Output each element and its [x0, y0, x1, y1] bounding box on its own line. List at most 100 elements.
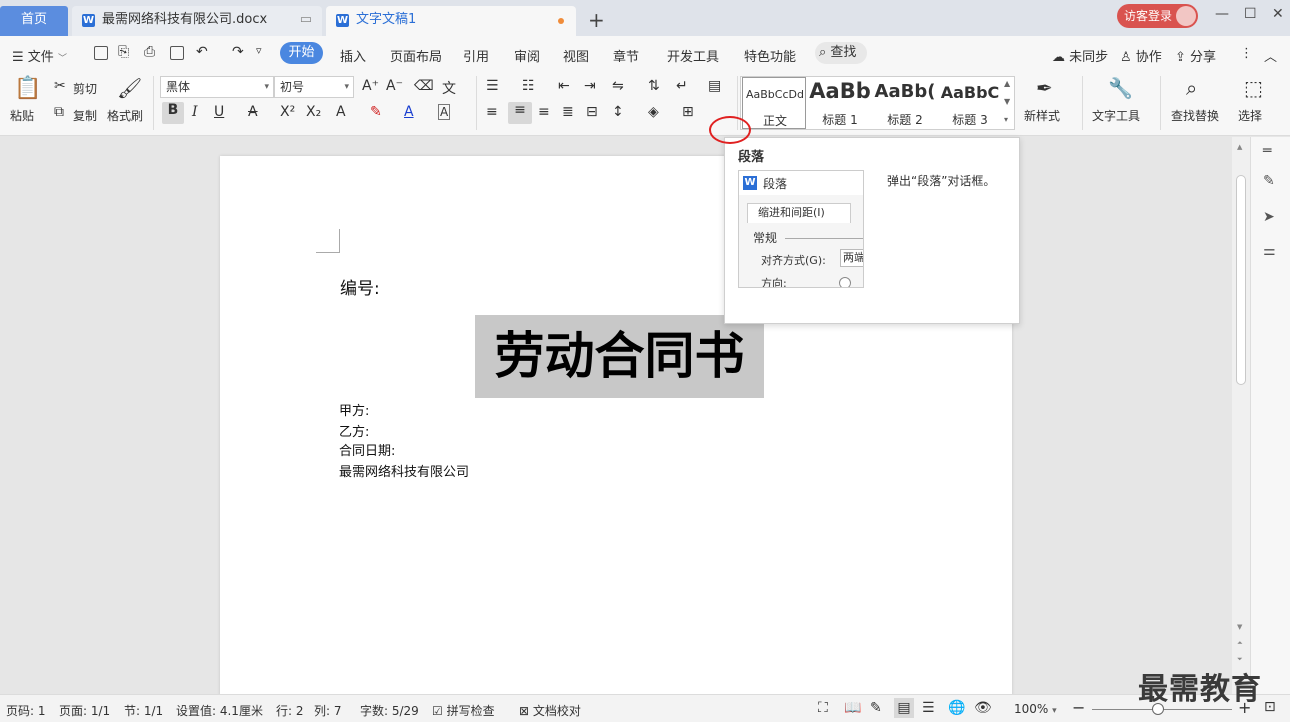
new-style-button[interactable]: 新样式	[1024, 107, 1060, 124]
font-color-button[interactable]: A	[404, 104, 414, 120]
save-icon[interactable]	[94, 46, 108, 60]
tab-start[interactable]: 开始	[280, 42, 323, 64]
clipboard-icon[interactable]: 📋	[14, 76, 41, 101]
font-grow-icon[interactable]: A⁺	[362, 78, 379, 94]
doc-contract-date[interactable]: 合同日期:	[339, 440, 395, 459]
web-view-icon[interactable]: 🌐	[948, 700, 965, 716]
tab-developer[interactable]: 开发工具	[667, 46, 719, 65]
style-more-icon[interactable]: ▾	[1004, 115, 1008, 124]
eye-protect-icon[interactable]: 👁	[974, 700, 992, 716]
superscript-button[interactable]: X²	[280, 104, 295, 120]
outline-view-icon[interactable]: ☰	[922, 700, 935, 716]
tab-view[interactable]: 视图	[563, 46, 589, 65]
font-size-select[interactable]: 初号 ▾	[274, 76, 354, 98]
print-preview-icon[interactable]	[170, 46, 184, 60]
char-border-button[interactable]: A	[438, 104, 451, 120]
status-row[interactable]: 行: 2	[276, 702, 304, 719]
status-word-count[interactable]: 字数: 5/29	[360, 702, 419, 719]
tab-page-layout[interactable]: 页面布局	[390, 46, 442, 65]
bold-button[interactable]: B	[162, 102, 184, 124]
align-right-icon[interactable]: ≡	[538, 104, 550, 120]
align-center-icon[interactable]: ≡	[508, 102, 532, 124]
edit-mode-icon[interactable]: ✎	[870, 700, 882, 716]
font-shrink-icon[interactable]: A⁻	[386, 78, 403, 94]
table-tools-icon[interactable]: ▤	[708, 78, 721, 94]
vertical-scrollbar[interactable]: ▲ ▼ ⏶ ⏷	[1232, 137, 1250, 694]
style-scroll-down-icon[interactable]: ▼	[1004, 97, 1010, 106]
share-doc-icon[interactable]: ⎘	[118, 44, 129, 60]
pinyin-icon[interactable]: 文	[442, 78, 456, 98]
scroll-down-icon[interactable]: ▼	[1237, 623, 1242, 631]
italic-button[interactable]: I	[192, 104, 198, 120]
sync-button[interactable]: ☁ 未同步	[1052, 46, 1108, 65]
copy-button[interactable]: 复制	[73, 107, 97, 124]
zoom-out-button[interactable]: −	[1072, 698, 1085, 717]
status-setting-value[interactable]: 设置值: 4.1厘米	[176, 702, 263, 719]
borders-icon[interactable]: ⊞	[682, 104, 694, 120]
style-heading-1[interactable]: AaBb 标题 1	[808, 77, 872, 129]
underline-button[interactable]: U	[214, 104, 224, 120]
cursor-icon[interactable]: ➤	[1263, 209, 1279, 225]
bullet-list-icon[interactable]: ☰	[486, 78, 499, 94]
doc-number-label[interactable]: 编号:	[340, 274, 380, 299]
print-icon[interactable]: ⎙	[144, 44, 155, 60]
tab-review[interactable]: 审阅	[514, 46, 540, 65]
file-menu[interactable]: ☰ 文件 ﹀	[12, 46, 67, 65]
tab-doc-company[interactable]: W 最需网络科技有限公司.docx ▭	[72, 6, 322, 36]
sort-icon[interactable]: ⇅	[648, 78, 660, 94]
find-replace-button[interactable]: 查找替换	[1171, 107, 1219, 124]
prev-page-icon[interactable]: ⏶	[1237, 639, 1243, 648]
subscript-button[interactable]: X₂	[306, 104, 321, 120]
style-normal[interactable]: AaBbCcDd 正文	[742, 77, 806, 129]
zoom-level[interactable]: 100% ▾	[1014, 702, 1057, 716]
status-section[interactable]: 节: 1/1	[124, 702, 163, 719]
text-effect-button[interactable]: A	[336, 104, 346, 120]
clear-format-icon[interactable]: ⌫	[414, 78, 434, 94]
tab-references[interactable]: 引用	[463, 46, 489, 65]
tab-doc-active[interactable]: W 文字文稿1	[326, 6, 576, 36]
doc-title-selected[interactable]: 劳动合同书	[475, 315, 764, 398]
text-tools-button[interactable]: 文字工具	[1092, 107, 1140, 124]
minimize-button[interactable]: —	[1215, 6, 1229, 22]
tab-home[interactable]: 首页	[0, 6, 68, 36]
visitor-login-button[interactable]: 访客登录	[1117, 4, 1198, 28]
sidebar-collapse-icon[interactable]: ═	[1263, 143, 1279, 159]
status-col[interactable]: 列: 7	[314, 702, 342, 719]
spell-check-button[interactable]: ☑ 拼写检查	[432, 702, 495, 719]
select-button[interactable]: 选择	[1238, 107, 1262, 124]
doc-proof-button[interactable]: ⊠ 文档校对	[519, 702, 581, 719]
scroll-up-icon[interactable]: ▲	[1237, 143, 1242, 151]
next-page-icon[interactable]: ⏷	[1237, 655, 1243, 664]
scroll-thumb[interactable]	[1236, 175, 1246, 385]
font-name-select[interactable]: 黑体 ▾	[160, 76, 274, 98]
increase-indent-icon[interactable]: ⇥	[584, 78, 596, 94]
pen-icon[interactable]: ✎	[1263, 173, 1279, 189]
decrease-indent-icon[interactable]: ⇤	[558, 78, 570, 94]
numbered-list-icon[interactable]: ☷	[522, 78, 535, 94]
status-page-number[interactable]: 页码: 1	[6, 702, 46, 719]
line-spacing-icon[interactable]: ↕	[612, 104, 624, 120]
more-icon[interactable]: ⋮	[1240, 46, 1253, 61]
settings-sliders-icon[interactable]: ⚌	[1263, 243, 1279, 259]
style-heading-2[interactable]: AaBb( 标题 2	[873, 77, 937, 129]
share-button[interactable]: ⇪ 分享	[1175, 46, 1216, 65]
style-scroll-up-icon[interactable]: ▲	[1004, 79, 1010, 88]
tab-special[interactable]: 特色功能	[744, 46, 796, 65]
tab-chapter[interactable]: 章节	[613, 46, 639, 65]
show-marks-icon[interactable]: ↵	[676, 78, 688, 94]
distributed-icon[interactable]: ⊟	[586, 104, 598, 120]
doc-party-a[interactable]: 甲方:	[339, 400, 369, 419]
reading-mode-icon[interactable]: 📖	[844, 700, 861, 716]
strikethrough-button[interactable]: A	[248, 104, 258, 120]
redo-icon[interactable]: ↷	[232, 44, 244, 60]
highlight-icon[interactable]: ✎	[370, 104, 382, 120]
collapse-ribbon-icon[interactable]: ︿	[1264, 46, 1277, 65]
close-button[interactable]: ✕	[1272, 6, 1284, 22]
tab-insert[interactable]: 插入	[340, 46, 366, 65]
justify-icon[interactable]: ≣	[562, 104, 574, 120]
style-heading-3[interactable]: AaBbC 标题 3	[938, 77, 1002, 129]
paste-button[interactable]: 粘贴	[10, 107, 34, 124]
align-left-icon[interactable]: ≡	[486, 104, 498, 120]
document-canvas[interactable]: 编号: 劳动合同书 甲方: 乙方: 合同日期: 最需网络科技有限公司	[0, 137, 1232, 696]
fullscreen-icon[interactable]: ⛶	[818, 700, 828, 716]
